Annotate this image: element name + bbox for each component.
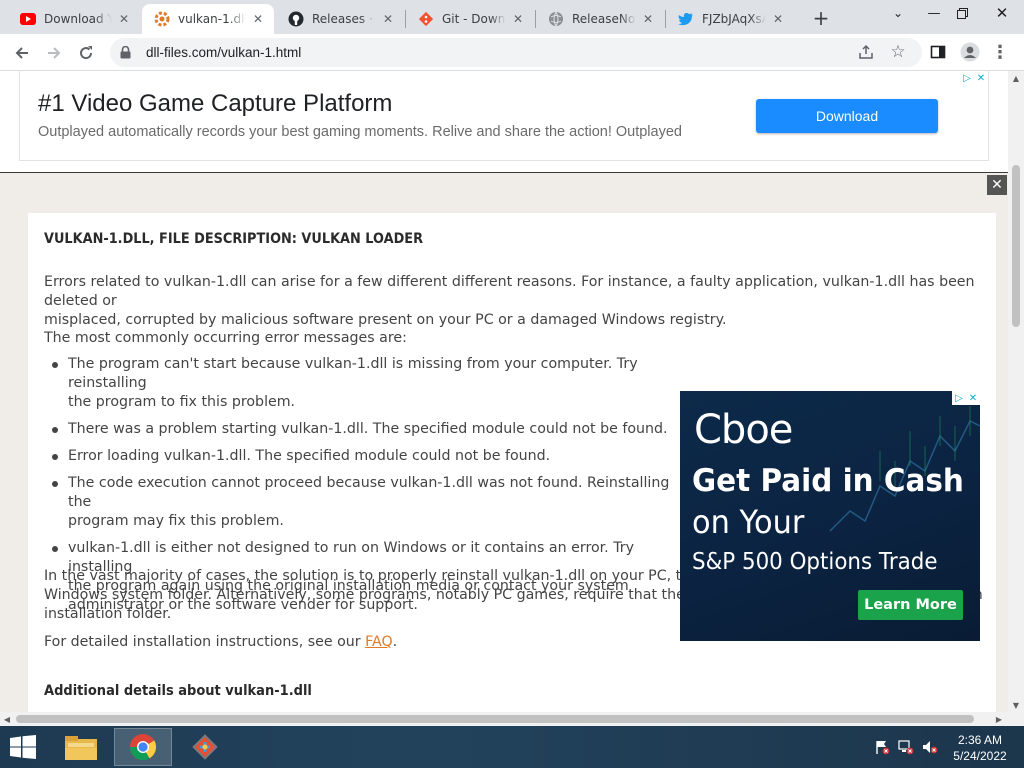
tab-github-releases[interactable]: Releases · gr ✕ [276,4,404,34]
restore-icon[interactable] [944,0,980,26]
ad-title[interactable]: #1 Video Game Capture Platform [38,90,392,118]
content-panel: VULKAN-1.DLL, FILE DESCRIPTION: VULKAN L… [28,213,996,712]
side-panel-icon[interactable] [925,39,951,65]
scroll-right-arrow-icon[interactable]: ▶ [992,712,1006,726]
top-ad-banner[interactable]: #1 Video Game Capture Platform Outplayed… [19,71,989,161]
browser-menu-icon[interactable]: ⋮ [987,39,1013,65]
horizontal-scroll-thumb[interactable] [16,715,974,723]
top-ad-container: #1 Video Game Capture Platform Outplayed… [0,71,1008,173]
youtube-icon [20,11,36,27]
adchoices-badge[interactable]: ▷ ✕ [960,71,988,85]
tab-twitter[interactable]: FJZbJAqXsA ✕ [666,4,794,34]
intro-line: Errors related to vulkan-1.dll can arise… [44,274,975,309]
clock-time: 2:36 AM [957,733,1003,747]
git-icon [418,11,434,27]
cboe-logo: Cboe [694,407,793,453]
close-tab-icon[interactable]: ✕ [770,11,786,27]
globe-icon [548,11,564,27]
github-icon [288,11,304,27]
git-gui-icon[interactable] [176,728,234,766]
volume-muted-icon[interactable] [922,739,938,755]
learn-more-button[interactable]: Learn More [858,590,963,620]
scroll-up-arrow-icon[interactable]: ▲ [1008,71,1024,85]
scroll-left-arrow-icon[interactable]: ◀ [0,712,14,726]
faq-link[interactable]: FAQ [365,634,392,650]
list-item: Error loading vulkan-1.dll. The specifie… [44,447,674,466]
lock-icon[interactable] [120,46,134,59]
vertical-scroll-thumb[interactable] [1012,165,1020,327]
tab-title: Releases · gr [312,12,376,26]
close-tab-icon[interactable]: ✕ [250,11,266,27]
close-tab-icon[interactable]: ✕ [640,11,656,27]
ad-download-button[interactable]: Download [756,99,938,133]
common-errors-label: The most commonly occurring error messag… [44,330,407,346]
forward-icon[interactable] [40,39,68,67]
faq-paragraph: For detailed installation instructions, … [44,634,398,650]
ad-close-icon[interactable]: ✕ [966,391,980,405]
intro-line: misplaced, corrupted by malicious softwa… [44,312,727,328]
tab-title: Git - Downlo [442,12,506,26]
network-flag-icon[interactable] [874,739,890,755]
tab-git-download[interactable]: Git - Downlo ✕ [406,4,534,34]
chrome-icon[interactable] [114,728,172,766]
adchoices-icon[interactable]: ▷ [952,391,966,405]
close-tab-icon[interactable]: ✕ [116,11,132,27]
list-item: The program can't start because vulkan-1… [44,355,674,412]
new-tab-button[interactable]: + [808,5,834,31]
page-viewport: #1 Video Game Capture Platform Outplayed… [0,71,1008,712]
tab-release-notes[interactable]: ReleaseNote ✕ [536,4,664,34]
dll-files-icon [154,11,170,27]
close-window-icon[interactable]: ✕ [984,0,1020,26]
tab-title: Download Yo [44,12,112,26]
close-ad-overlay-button[interactable]: ✕ [987,175,1007,195]
scroll-corner [1008,712,1024,726]
ad-subtitle[interactable]: Outplayed automatically records your bes… [38,124,682,140]
file-description-heading: VULKAN-1.DLL, FILE DESCRIPTION: VULKAN L… [44,231,424,247]
close-tab-icon[interactable]: ✕ [510,11,526,27]
additional-details-heading: Additional details about vulkan-1.dll [44,683,312,699]
twitter-icon [678,11,694,27]
url-text: dll-files.com/vulkan-1.html [146,45,302,60]
scroll-down-arrow-icon[interactable]: ▼ [1008,698,1024,712]
tab-title: vulkan-1.dll f [178,12,246,26]
file-explorer-icon[interactable] [52,728,110,766]
tab-youtube[interactable]: Download Yo ✕ [8,4,140,34]
back-icon[interactable] [8,39,36,67]
bookmark-star-icon[interactable]: ☆ [885,39,911,65]
system-clock[interactable]: 2:36 AM 5/24/2022 [948,732,1012,764]
horizontal-scrollbar[interactable]: ◀ ▶ [0,712,1008,726]
tab-search-icon[interactable]: ⌄ [880,0,916,26]
share-icon[interactable] [853,39,879,65]
tab-title: FJZbJAqXsA [702,12,766,26]
adchoices-icon[interactable]: ▷ [960,71,974,85]
address-bar[interactable]: dll-files.com/vulkan-1.html [110,38,922,67]
ad-close-icon[interactable]: ✕ [974,71,988,85]
list-item: There was a problem starting vulkan-1.dl… [44,420,674,439]
browser-toolbar: dll-files.com/vulkan-1.html ☆ ⋮ [0,34,1024,71]
tab-vulkan-dll[interactable]: vulkan-1.dll f ✕ [142,4,274,34]
tab-title: ReleaseNote [572,12,636,26]
tab-strip: Download Yo ✕ vulkan-1.dll f ✕ Releases … [0,0,1024,34]
cboe-side-ad[interactable]: Cboe Get Paid in Cash on Your S&P 500 Op… [680,391,980,641]
clock-date: 5/24/2022 [953,749,1007,763]
ad-headline: Get Paid in Cash [692,463,964,499]
vertical-scrollbar[interactable]: ▲ ▼ [1008,71,1024,712]
windows-taskbar: 2:36 AM 5/24/2022 [0,726,1024,768]
ad-headline: on Your [692,503,805,541]
close-tab-icon[interactable]: ✕ [380,11,396,27]
intro-paragraph: Errors related to vulkan-1.dll can arise… [44,273,996,330]
list-item: The code execution cannot proceed becaus… [44,474,674,531]
reload-icon[interactable] [72,39,100,67]
windows-start-icon[interactable] [10,735,36,759]
network-status-icon[interactable] [898,739,914,755]
adchoices-badge[interactable]: ▷ ✕ [952,391,980,405]
ad-headline: S&P 500 Options Trade [692,549,938,575]
profile-avatar-icon[interactable] [957,39,983,65]
